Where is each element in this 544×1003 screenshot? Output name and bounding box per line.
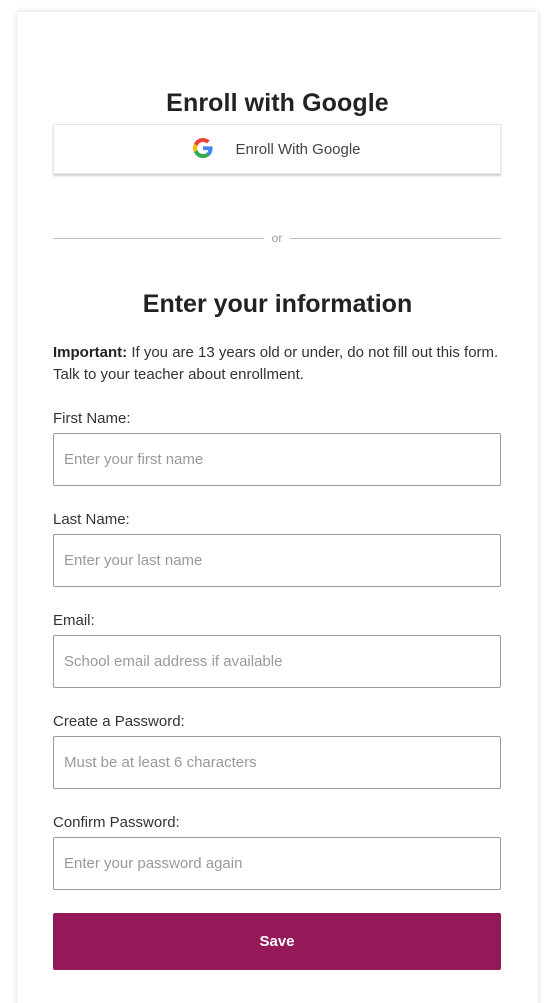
confirm-password-input[interactable] (53, 837, 501, 890)
google-g-icon (193, 137, 214, 158)
enroll-with-google-button[interactable]: Enroll With Google (53, 124, 501, 174)
save-button[interactable]: Save (53, 913, 501, 970)
enroll-with-google-label: Enroll With Google (235, 140, 361, 158)
last-name-input[interactable] (53, 534, 501, 587)
google-section-heading: Enroll with Google (166, 89, 389, 117)
divider-line-left (53, 237, 264, 239)
create-password-label: Create a Password: (53, 713, 185, 730)
first-name-label: First Name: (53, 410, 131, 427)
enrollment-card: Enroll with Google Enroll With Google or… (17, 12, 538, 1003)
divider-line-right (290, 237, 502, 239)
or-divider: or (53, 230, 502, 246)
create-password-input[interactable] (53, 736, 501, 789)
page: Enroll with Google Enroll With Google or… (0, 0, 544, 1003)
notice-important-label: Important: (53, 344, 128, 361)
form-heading: Enter your information (142, 290, 413, 318)
email-input[interactable] (53, 635, 501, 688)
confirm-password-label: Confirm Password: (53, 814, 180, 831)
email-label: Email: (53, 612, 95, 629)
last-name-label: Last Name: (53, 511, 130, 528)
divider-text: or (271, 231, 283, 245)
age-notice: Important: If you are 13 years old or un… (53, 342, 503, 386)
first-name-input[interactable] (53, 433, 501, 486)
